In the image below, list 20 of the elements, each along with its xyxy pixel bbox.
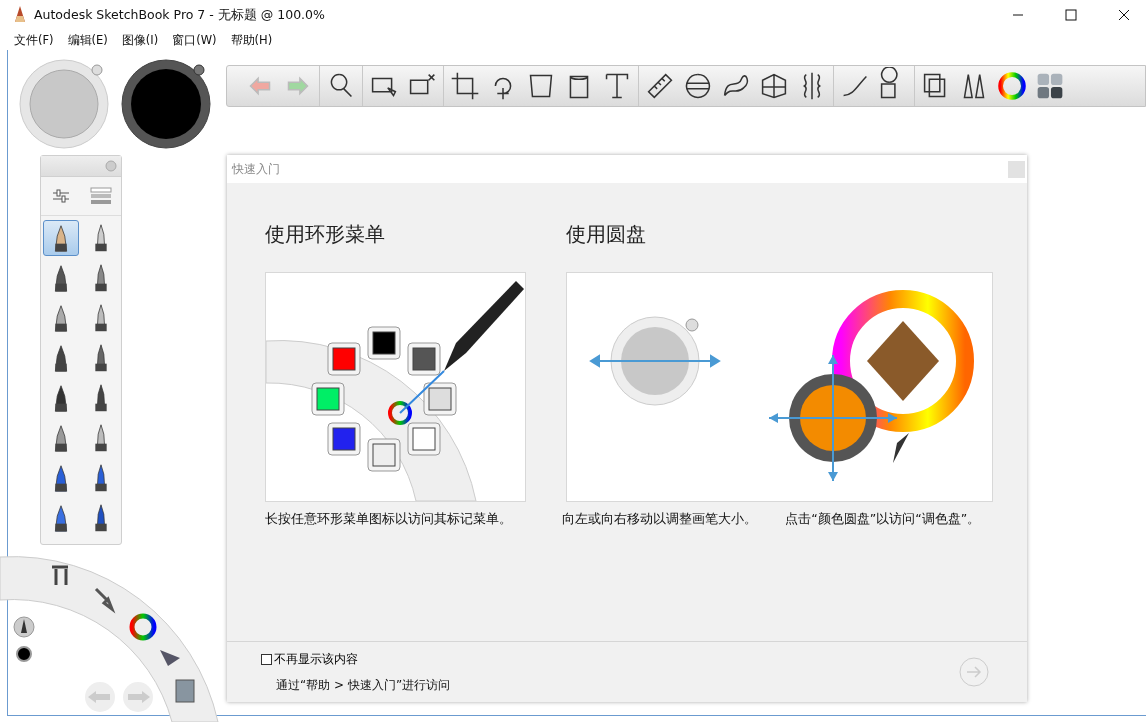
- section-heading: 使用圆盘: [566, 221, 647, 248]
- caption-text: 长按任意环形菜单图标以访问其标记菜单。: [265, 512, 513, 526]
- palette-handle-icon[interactable]: [105, 160, 117, 172]
- brush-icon[interactable]: [43, 220, 79, 256]
- menu-item[interactable]: 编辑(E): [67, 31, 108, 49]
- sliders-icon[interactable]: [50, 186, 71, 206]
- caption-text: 点击“颜色圆盘”以访问“调色盘”。: [785, 512, 982, 526]
- dialog-title: 快速入门: [232, 161, 280, 177]
- menu-item[interactable]: 图像(I): [121, 31, 159, 49]
- footer-note: 通过“帮助 > 快速入门”进行访问: [276, 676, 451, 694]
- menu-item[interactable]: 文件(F): [14, 31, 54, 49]
- window-title: Autodesk SketchBook Pro 7 - 无标题 @ 100.0%: [34, 6, 326, 24]
- section-heading: 使用环形菜单: [265, 221, 386, 248]
- checkbox-label[interactable]: 不再显示该内容: [274, 650, 358, 668]
- caption-text: 向左或向右移动以调整画笔大小。: [562, 512, 759, 526]
- list-view-icon[interactable]: [89, 187, 112, 205]
- menu-item[interactable]: 窗口(W): [172, 31, 217, 49]
- checkbox[interactable]: [261, 653, 272, 665]
- app-logo-icon: [14, 6, 26, 24]
- menu-item[interactable]: 帮助(H): [230, 31, 273, 49]
